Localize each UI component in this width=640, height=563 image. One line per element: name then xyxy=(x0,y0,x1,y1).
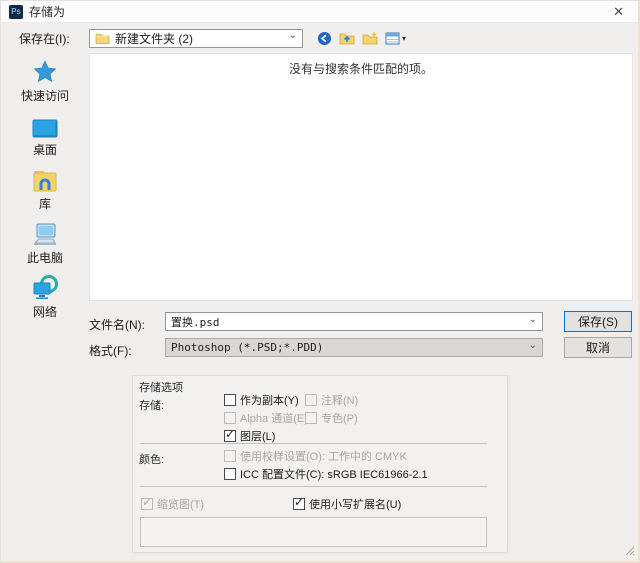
sidebar-item-label: 此电脑 xyxy=(26,251,63,265)
sidebar-item-label: 网络 xyxy=(32,305,57,319)
checkbox-label: 使用校样设置(O): 工作中的 CMYK xyxy=(240,451,407,463)
checkbox-box: ✓ xyxy=(141,495,153,510)
checkbox-label: 注释(N) xyxy=(321,395,359,407)
checkbox-annotations: 注释(N) xyxy=(305,392,358,408)
save-as-dialog: Ps 存储为 ✕ 保存在(I): 新建文件夹 (2) ⌄ ▾ 快速访问 桌面 库… xyxy=(0,0,640,563)
folder-icon xyxy=(95,32,110,44)
network-icon xyxy=(31,275,59,301)
resize-grip[interactable] xyxy=(625,545,635,559)
checkbox-as-copy[interactable]: 作为副本(Y) xyxy=(224,392,299,408)
check-icon: ✓ xyxy=(225,427,236,441)
checkbox-box xyxy=(305,412,317,424)
chevron-down-icon: ⌄ xyxy=(528,313,537,325)
window-title: 存储为 xyxy=(29,5,66,19)
checkbox-label: 缩览图(T) xyxy=(157,499,205,511)
sidebar-item-label: 桌面 xyxy=(32,143,57,157)
computer-icon xyxy=(31,221,59,247)
save-button[interactable]: 保存(S) xyxy=(564,311,632,332)
warning-message-box xyxy=(140,517,487,547)
checkbox-label: ICC 配置文件(C): sRGB IEC61966-2.1 xyxy=(240,469,428,481)
checkbox-spot-colors: 专色(P) xyxy=(305,410,358,426)
sidebar-item-this-pc[interactable]: 此电脑 xyxy=(5,221,85,266)
save-options-title: 存储选项 xyxy=(139,382,183,394)
checkbox-box xyxy=(224,412,236,424)
format-select[interactable]: Photoshop (*.PSD;*.PDD) ⌄ xyxy=(165,338,543,357)
checkbox-lowercase-extension[interactable]: ✓ 使用小写扩展名(U) xyxy=(293,496,401,512)
new-folder-icon[interactable] xyxy=(362,31,378,45)
checkbox-layers[interactable]: ✓ 图层(L) xyxy=(224,428,275,444)
divider xyxy=(140,486,487,487)
checkbox-use-proof-setup: 使用校样设置(O): 工作中的 CMYK xyxy=(224,448,407,464)
view-menu-icon[interactable]: ▾ xyxy=(385,32,406,45)
folder-toolbar: ▾ xyxy=(317,31,406,46)
star-icon xyxy=(32,59,58,85)
check-icon: ✓ xyxy=(294,495,305,509)
checkbox-box xyxy=(305,394,317,406)
filename-input[interactable]: 置换.psd ⌄ xyxy=(165,312,543,331)
sidebar-item-label: 快速访问 xyxy=(20,89,69,103)
filename-label: 文件名(N): xyxy=(89,318,145,332)
checkbox-label: 图层(L) xyxy=(240,431,276,443)
checkbox-label: 使用小写扩展名(U) xyxy=(309,499,402,511)
back-icon[interactable] xyxy=(317,31,332,46)
checkbox-alpha-channels: Alpha 通道(E) xyxy=(224,410,308,426)
sidebar-item-quick-access[interactable]: 快速访问 xyxy=(5,59,85,104)
filename-value: 置换.psd xyxy=(171,315,220,329)
photoshop-app-icon: Ps xyxy=(9,4,23,19)
sidebar-item-libraries[interactable]: 库 xyxy=(5,167,85,212)
save-in-value: 新建文件夹 (2) xyxy=(115,31,194,46)
chevron-down-icon: ⌄ xyxy=(528,339,537,351)
caret-down-icon: ▾ xyxy=(402,33,407,43)
save-in-combobox[interactable]: 新建文件夹 (2) ⌄ xyxy=(89,28,303,48)
save-in-label: 保存在(I): xyxy=(19,31,70,46)
sidebar-item-network[interactable]: 网络 xyxy=(5,275,85,320)
file-list[interactable]: 没有与搜索条件匹配的项。 xyxy=(89,53,633,301)
checkbox-box xyxy=(224,468,236,480)
places-sidebar: 快速访问 桌面 库 此电脑 网络 xyxy=(1,53,89,319)
checkbox-label: 作为副本(Y) xyxy=(240,395,299,407)
checkbox-label: 专色(P) xyxy=(321,413,358,425)
format-label: 格式(F): xyxy=(89,344,132,358)
checkbox-thumbnail: ✓ 缩览图(T) xyxy=(141,496,204,512)
save-group-label: 存储: xyxy=(139,400,165,412)
desktop-icon xyxy=(32,113,58,139)
up-one-level-icon[interactable] xyxy=(339,31,355,45)
close-icon[interactable]: ✕ xyxy=(607,2,630,22)
chevron-down-icon: ⌄ xyxy=(288,30,297,41)
check-icon: ✓ xyxy=(142,495,153,509)
divider xyxy=(140,443,487,444)
titlebar: Ps 存储为 ✕ xyxy=(1,1,638,23)
checkbox-box: ✓ xyxy=(224,427,236,442)
checkbox-box: ✓ xyxy=(293,495,305,510)
save-options-panel: 存储选项 存储: 作为副本(Y) 注释(N) Alpha 通道(E) 专色(P)… xyxy=(132,375,508,553)
checkbox-box xyxy=(224,394,236,406)
checkbox-box xyxy=(224,450,236,462)
empty-search-message: 没有与搜索条件匹配的项。 xyxy=(288,62,433,76)
color-group-label: 颜色: xyxy=(139,454,165,466)
format-value: Photoshop (*.PSD;*.PDD) xyxy=(171,341,324,354)
cancel-button[interactable]: 取消 xyxy=(564,337,632,358)
checkbox-icc-profile[interactable]: ICC 配置文件(C): sRGB IEC61966-2.1 xyxy=(224,466,428,482)
library-icon xyxy=(32,167,58,193)
sidebar-item-desktop[interactable]: 桌面 xyxy=(5,113,85,158)
sidebar-item-label: 库 xyxy=(38,197,51,211)
address-row: 保存在(I): 新建文件夹 (2) ⌄ ▾ xyxy=(1,27,638,49)
checkbox-label: Alpha 通道(E) xyxy=(240,413,308,425)
